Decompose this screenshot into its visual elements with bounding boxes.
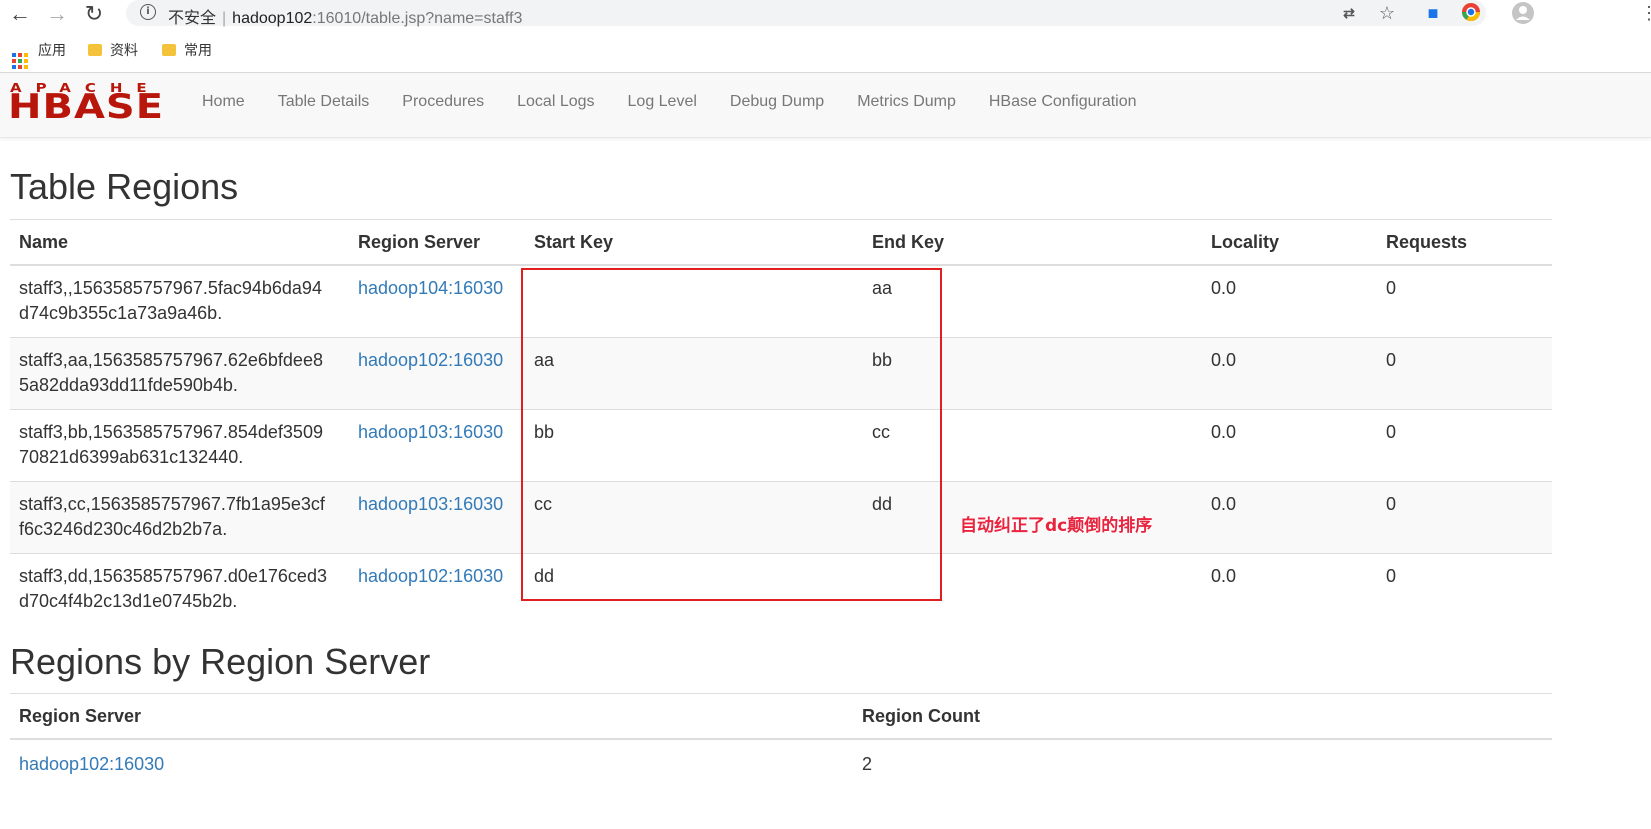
- nav-links: Home Table Details Procedures Local Logs Log…: [202, 93, 1170, 111]
- forward-icon[interactable]: →: [45, 2, 69, 26]
- requests-cell: 0: [1377, 553, 1552, 625]
- url-host: hadoop102: [232, 10, 313, 27]
- region-name-cell: staff3,dd,1563585757967.d0e176ced3 d70c4f…: [10, 553, 349, 625]
- region-server-link[interactable]: hadoop102:16030: [19, 754, 164, 774]
- region-server-cell: hadoop102:16030: [349, 553, 525, 625]
- locality-cell: 0.0: [1202, 264, 1377, 338]
- translate-extension-icon[interactable]: ■: [1422, 2, 1444, 24]
- region-server-cell: hadoop102:16030: [10, 738, 853, 796]
- region-name-line: staff3,,1563585757967.5fac94b6da94: [19, 278, 322, 298]
- locality-cell: 0.0: [1202, 337, 1377, 410]
- reload-icon[interactable]: ↻: [82, 2, 106, 26]
- requests-cell: 0: [1377, 481, 1552, 554]
- nav-local-logs[interactable]: Local Logs: [517, 93, 594, 110]
- table-header-row: Region Server Region Count: [10, 693, 1552, 740]
- apps-grid-icon: [12, 53, 28, 69]
- security-label: 不安全: [168, 10, 217, 27]
- locality-cell: 0.0: [1202, 481, 1377, 554]
- folder-icon: [88, 44, 102, 56]
- region-name-line: f6c3246d230c46d2b2b7a.: [19, 519, 228, 539]
- region-name-cell: staff3,aa,1563585757967.62e6bfdee8 5a82dd…: [10, 337, 349, 410]
- col-header-locality: Locality: [1202, 219, 1377, 266]
- nav-metrics-dump[interactable]: Metrics Dump: [857, 93, 956, 110]
- table-header-row: Name Region Server Start Key End Key Loc…: [10, 219, 1552, 266]
- nav-table-details[interactable]: Table Details: [278, 93, 370, 110]
- region-server-cell: hadoop104:16030: [349, 264, 525, 338]
- region-name-line: d70c4f4b2c13d1e0745b2b.: [19, 591, 238, 611]
- region-count-cell: 2: [853, 738, 1552, 796]
- bookmark-folder-materials[interactable]: 资料: [88, 40, 138, 60]
- bookmark-label: 资料: [110, 42, 138, 58]
- folder-icon: [162, 44, 176, 56]
- col-header-name: Name: [10, 219, 349, 266]
- region-name-line: staff3,cc,1563585757967.7fb1a95e3cf: [19, 494, 325, 514]
- info-icon[interactable]: i: [140, 4, 156, 20]
- col-header-requests: Requests: [1377, 219, 1552, 266]
- region-server-link[interactable]: hadoop103:16030: [358, 422, 503, 442]
- region-name-line: d74c9b355c1a73a9a46b.: [19, 303, 223, 323]
- hbase-logo[interactable]: APACHE HBASE: [8, 79, 170, 129]
- requests-cell: 0: [1377, 264, 1552, 338]
- region-name-cell: staff3,,1563585757967.5fac94b6da94 d74c9b…: [10, 264, 349, 338]
- nav-hbase-configuration[interactable]: HBase Configuration: [989, 93, 1137, 110]
- highlight-box: [521, 268, 942, 601]
- regions-by-server-title: Regions by Region Server: [10, 641, 431, 682]
- annotation-text: 自动纠正了dc颠倒的排序: [960, 516, 1153, 536]
- bookmark-label: 常用: [184, 42, 212, 58]
- bookmark-folder-common[interactable]: 常用: [162, 40, 212, 60]
- region-server-link[interactable]: hadoop104:16030: [358, 278, 503, 298]
- requests-cell: 0: [1377, 337, 1552, 410]
- star-icon[interactable]: ☆: [1376, 2, 1398, 24]
- col-header-region-server: Region Server: [10, 693, 853, 740]
- bookmark-label: 应用: [38, 42, 66, 58]
- nav-debug-dump[interactable]: Debug Dump: [730, 93, 824, 110]
- browser-chrome: ← → ↻ i 不安全 | hadoop102:16010/table.jsp?na…: [0, 0, 1651, 73]
- region-server-cell: hadoop103:16030: [349, 481, 525, 554]
- address-bar[interactable]: i 不安全 | hadoop102:16010/table.jsp?name=sta…: [126, 0, 1486, 28]
- region-server-cell: hadoop102:16030: [349, 337, 525, 410]
- nav-log-level[interactable]: Log Level: [628, 93, 697, 110]
- col-header-region-server: Region Server: [349, 219, 525, 266]
- region-server-link[interactable]: hadoop103:16030: [358, 494, 503, 514]
- table-row: hadoop102:16030 2: [10, 738, 1552, 796]
- nav-procedures[interactable]: Procedures: [402, 93, 484, 110]
- hbase-navbar: APACHE HBASE Home Table Details Procedures…: [0, 73, 1651, 138]
- region-name-cell: staff3,bb,1563585757967.854def3509 70821d…: [10, 409, 349, 482]
- chrome-extension-icon[interactable]: [1460, 2, 1482, 24]
- region-name-line: 5a82dda93dd11fde590b4b.: [19, 375, 238, 395]
- locality-cell: 0.0: [1202, 409, 1377, 482]
- col-header-start-key: Start Key: [525, 219, 863, 266]
- logo-hbase-text: HBASE: [8, 87, 165, 127]
- col-header-end-key: End Key: [863, 219, 1202, 266]
- translate-icon[interactable]: ⇄: [1338, 2, 1360, 24]
- url-path: :16010/table.jsp?name=staff3: [312, 10, 523, 27]
- profile-avatar-icon[interactable]: [1512, 2, 1534, 24]
- region-server-link[interactable]: hadoop102:16030: [358, 566, 503, 586]
- region-name-cell: staff3,cc,1563585757967.7fb1a95e3cf f6c32…: [10, 481, 349, 554]
- region-server-link[interactable]: hadoop102:16030: [358, 350, 503, 370]
- region-name-line: 70821d6399ab631c132440.: [19, 447, 244, 467]
- locality-cell: 0.0: [1202, 553, 1377, 625]
- regions-by-server-table: Region Server Region Count hadoop102:160…: [10, 693, 1552, 796]
- nav-home[interactable]: Home: [202, 93, 245, 110]
- table-regions-title: Table Regions: [10, 166, 239, 207]
- region-server-cell: hadoop103:16030: [349, 409, 525, 482]
- region-name-line: staff3,dd,1563585757967.d0e176ced3: [19, 566, 327, 586]
- region-name-line: staff3,aa,1563585757967.62e6bfdee8: [19, 350, 323, 370]
- region-name-line: staff3,bb,1563585757967.854def3509: [19, 422, 323, 442]
- col-header-region-count: Region Count: [853, 693, 1552, 740]
- requests-cell: 0: [1377, 409, 1552, 482]
- url-text[interactable]: 不安全 | hadoop102:16010/table.jsp?name=staff…: [168, 4, 522, 28]
- bookmark-apps[interactable]: 应用: [12, 40, 66, 69]
- back-icon[interactable]: ←: [8, 2, 32, 26]
- menu-kebab-icon[interactable]: ⋮: [1640, 2, 1651, 24]
